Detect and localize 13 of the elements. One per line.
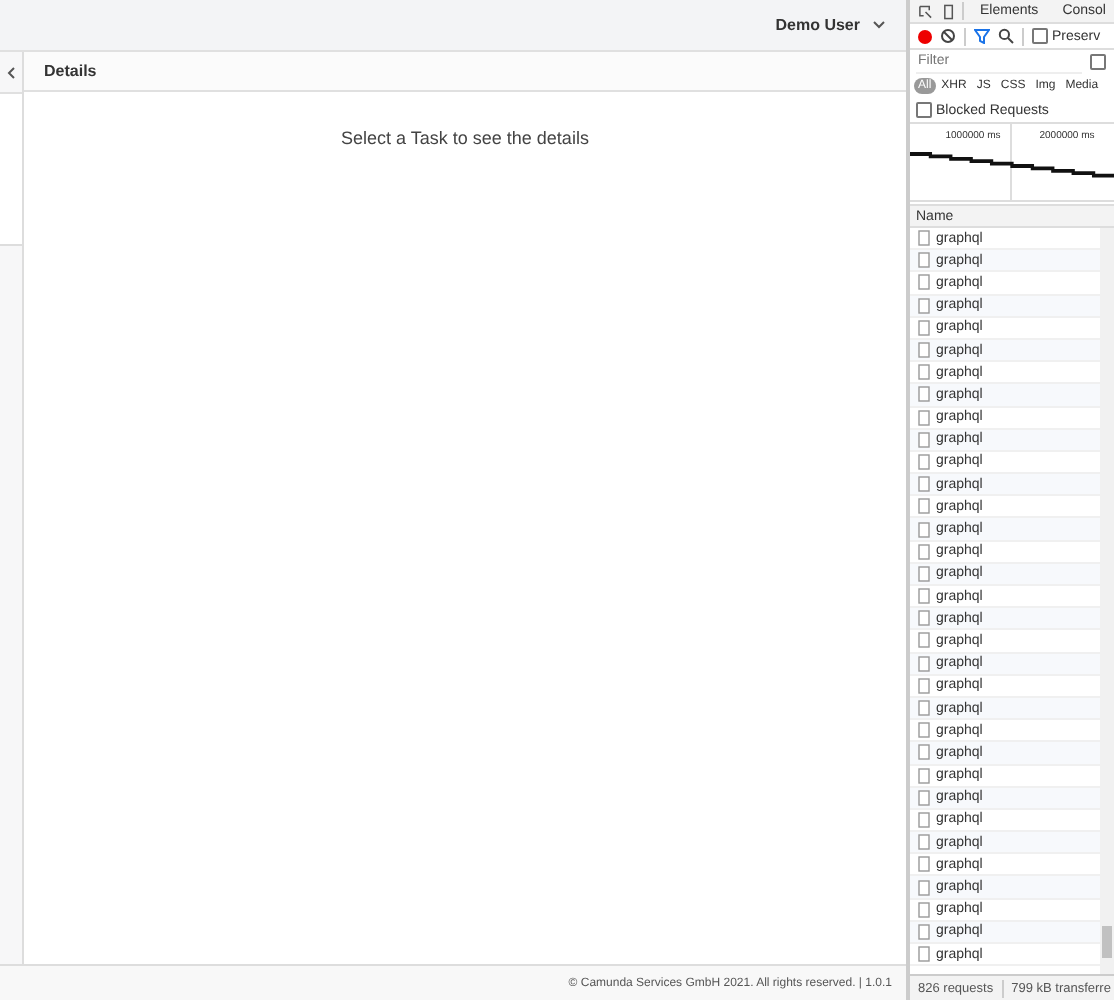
search-icon[interactable]	[998, 28, 1014, 44]
empty-message: Select a Task to see the details	[341, 128, 589, 148]
clear-icon[interactable]	[940, 28, 956, 44]
inspect-icon[interactable]	[918, 3, 933, 19]
checkbox[interactable]	[1090, 54, 1106, 70]
device-icon[interactable]	[941, 3, 955, 19]
chevron-down-icon	[872, 20, 886, 30]
details-title: Details	[44, 62, 97, 80]
record-icon[interactable]	[918, 29, 932, 43]
filter-icon[interactable]	[974, 28, 990, 44]
user-menu[interactable]: Demo User	[775, 16, 886, 34]
chevron-left-icon[interactable]	[6, 65, 16, 79]
scrollbar[interactable]	[1100, 228, 1114, 974]
